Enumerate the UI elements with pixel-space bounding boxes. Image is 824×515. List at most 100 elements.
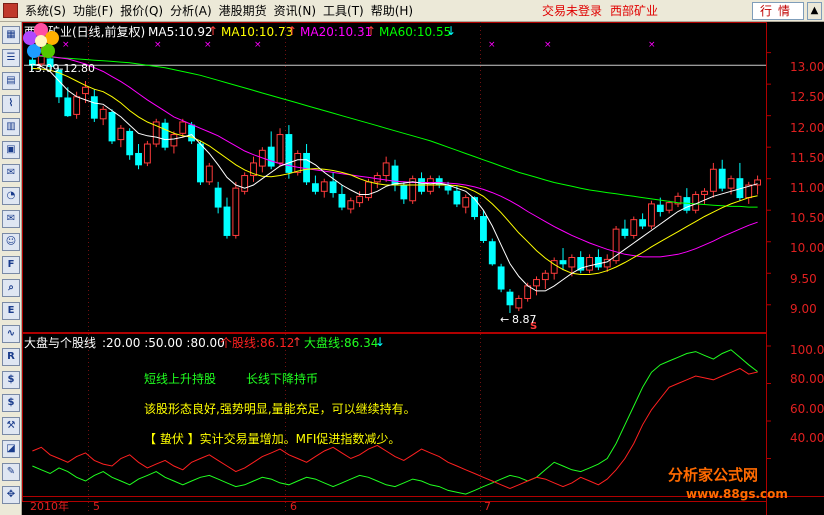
candle-body [108,112,116,142]
people-icon-glyph: ☺ [5,236,17,247]
candle-body [471,197,479,218]
mail-icon[interactable]: ✉ [2,210,20,228]
wave-icon[interactable]: ∿ [2,325,20,343]
watermark-name: 分析家公式网 [668,466,759,484]
price-tick: 9.00 [790,302,817,316]
candle-body [99,108,107,120]
candle-body [223,206,231,236]
candle-body [533,279,540,287]
price-tick: 12.00 [790,121,824,135]
candle-body [541,272,549,281]
candle-body [524,285,532,299]
candle-body [506,291,514,306]
line-chart-icon[interactable]: ⌇ [2,95,20,113]
candle-body [64,97,72,117]
candle-body [718,168,726,189]
report-icon[interactable]: ▣ [2,141,20,159]
menu-hk-futures[interactable]: 港股期货 [216,0,271,22]
trend-comment: 该股形态良好,强势明显,量能充足，可以继续持有。 [144,402,416,416]
menu-system[interactable]: 系统(S) [22,0,70,22]
bar-chart-icon[interactable]: ▥ [2,118,20,136]
pen-icon[interactable]: ✎ [2,463,20,481]
chart-area[interactable]: × × × × × × × S 西部矿业(日线,前复权) MA5:10.92 ↑ MA10:1… [22,22,824,515]
pie-icon[interactable]: ◔ [2,187,20,205]
people-icon[interactable]: ☺ [2,233,20,251]
dollar-icon[interactable]: $ [2,394,20,412]
candle-body [656,204,664,212]
login-status: 交易未登录 [542,4,603,18]
candle-body [365,181,372,199]
candle-body [727,178,735,189]
menu-news[interactable]: 资讯(N) [271,0,320,22]
signal-marker: × [648,40,656,50]
grid-icon[interactable]: ▦ [2,26,20,44]
candle-body [709,168,717,192]
candle-body [303,152,310,183]
candle-body [126,130,134,156]
ma20-label: MA20:10.31 [300,25,373,39]
stock-line-up-arrow-icon: ↑ [292,335,303,349]
candle-body [161,122,169,148]
quote-button[interactable]: 行情 [752,2,804,20]
stock-name: 西部矿业 [610,4,659,18]
move-icon-glyph: ✥ [6,489,16,500]
tag-icon[interactable]: ◪ [2,440,20,458]
x-tick-year: 2010年 [30,500,69,513]
indicator-panel-frame [22,333,767,502]
indicator-params: :20.00 :50.00 :80.00 [102,336,225,350]
tools-icon[interactable]: ⚒ [2,417,20,435]
price-tick: 10.50 [790,211,824,225]
table-icon-glyph: ▤ [6,75,16,86]
candle-body [294,152,302,173]
signal-marker: × [154,40,162,50]
candle-body [320,181,328,192]
indicator-tick: 60.00 [790,402,824,416]
stock-line-label: 个股线:86.12 [220,336,295,350]
money-icon[interactable]: $ [2,371,20,389]
menu-function[interactable]: 功能(F) [70,0,117,22]
menu-tools[interactable]: 工具(T) [320,0,368,22]
line-chart-icon-glyph: ⌇ [8,98,14,109]
flower-logo-icon [23,23,59,58]
candle-body [82,86,89,95]
app-icon[interactable] [3,3,18,18]
candle-body [117,127,125,141]
scroll-up-icon[interactable]: ▲ [807,2,822,20]
signal-marker: × [204,40,212,50]
candle-body [488,241,496,265]
news-icon[interactable]: ✉ [2,164,20,182]
menu-analysis[interactable]: 分析(A) [167,0,216,22]
f10-icon[interactable]: F [2,256,20,274]
candle-body [480,216,487,241]
menu-help[interactable]: 帮助(H) [368,0,417,22]
candle-body [232,187,240,236]
indicator-title: 大盘与个股线 [24,336,97,350]
kline-chart[interactable]: × × × × × × ×S [22,22,824,515]
short-term-signal: 短线上升持股 [144,372,217,386]
market-line-label: 大盘线:86.34 [304,336,379,350]
list-icon[interactable]: ☰ [2,49,20,67]
candle-body [356,195,364,204]
market-line [32,349,758,495]
search-icon[interactable]: ⌕ [2,279,20,297]
money-icon-glyph: $ [7,374,15,385]
price-tick: 11.00 [790,181,824,195]
candle-body [559,260,567,265]
low-marker-arrow-icon: ← [500,313,510,326]
grid-icon-glyph: ▦ [6,29,16,40]
candle-body [143,143,151,164]
rsi-icon[interactable]: R [2,348,20,366]
candle-body [382,162,390,177]
candle-body [135,152,142,166]
move-icon[interactable]: ✥ [2,486,20,504]
eit-icon-glyph: E [7,305,15,316]
candle-body [515,297,523,309]
candle-body [453,190,461,205]
candle-body [329,181,337,194]
eit-icon[interactable]: E [2,302,20,320]
indicator-tick: 80.00 [790,372,824,386]
candle-body [444,185,452,191]
menu-quote[interactable]: 报价(Q) [117,0,167,22]
long-term-signal: 长线下降持币 [246,372,319,386]
table-icon[interactable]: ▤ [2,72,20,90]
